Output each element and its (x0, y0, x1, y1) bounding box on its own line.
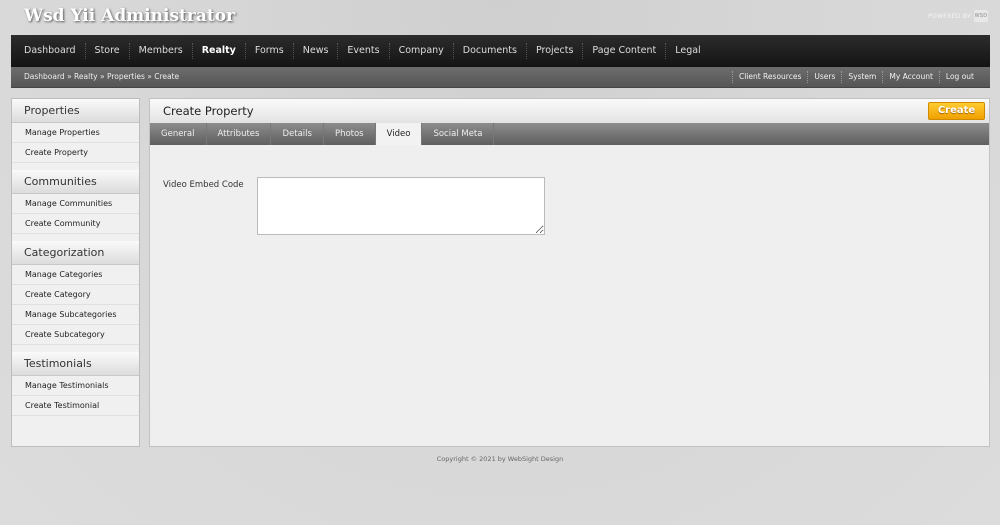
wsd-logo-icon: WSD (974, 10, 988, 22)
create-button[interactable]: Create (928, 102, 985, 120)
tab-photos[interactable]: Photos (324, 123, 376, 145)
sidebar-heading-communities: Communities (12, 170, 139, 194)
sidebar-item-create-category[interactable]: Create Category (12, 285, 139, 305)
top-header: Wsd Yii Administrator POWERED BY WSD (0, 0, 1000, 35)
tab-video[interactable]: Video (375, 123, 423, 145)
nav-item-realty[interactable]: Realty (191, 43, 245, 59)
breadcrumb-text[interactable]: Dashboard » Realty » Properties » Create (24, 72, 179, 81)
sidebar-heading-categorization: Categorization (12, 241, 139, 265)
nav-item-page-content[interactable]: Page Content (582, 43, 665, 59)
link-client-resources[interactable]: Client Resources (731, 71, 807, 83)
sidebar-item-create-property[interactable]: Create Property (12, 143, 139, 163)
sidebar-heading-testimonials: Testimonials (12, 352, 139, 376)
app-title: Wsd Yii Administrator (24, 6, 236, 26)
powered-by: POWERED BY WSD (928, 10, 988, 22)
link-system[interactable]: System (841, 71, 882, 83)
sidebar-item-create-subcategory[interactable]: Create Subcategory (12, 325, 139, 345)
panel-header: Create Property Create (150, 99, 989, 123)
utility-links: Client Resources Users System My Account… (731, 71, 980, 83)
nav-item-documents[interactable]: Documents (452, 43, 526, 59)
tab-general[interactable]: General (150, 123, 207, 145)
sidebar-item-manage-properties[interactable]: Manage Properties (12, 123, 139, 143)
sidebar-item-manage-categories[interactable]: Manage Categories (12, 265, 139, 285)
nav-item-legal[interactable]: Legal (665, 43, 709, 59)
nav-item-dashboard[interactable]: Dashboard (15, 43, 85, 59)
link-users[interactable]: Users (807, 71, 841, 83)
video-embed-input[interactable] (257, 177, 545, 235)
sidebar-item-manage-testimonials[interactable]: Manage Testimonials (12, 376, 139, 396)
sidebar-item-create-community[interactable]: Create Community (12, 214, 139, 234)
video-embed-label: Video Embed Code (163, 180, 244, 190)
powered-by-label: POWERED BY (927, 12, 971, 20)
nav-item-projects[interactable]: Projects (525, 43, 582, 59)
nav-item-company[interactable]: Company (388, 43, 453, 59)
link-my-account[interactable]: My Account (882, 71, 939, 83)
sidebar-item-create-testimonial[interactable]: Create Testimonial (12, 396, 139, 416)
nav-item-store[interactable]: Store (84, 43, 129, 59)
breadcrumb: Dashboard » Realty » Properties » Create (24, 72, 179, 81)
tab-attributes[interactable]: Attributes (207, 123, 272, 145)
sidebar: Properties Manage Properties Create Prop… (11, 98, 140, 447)
nav-item-forms[interactable]: Forms (244, 43, 293, 59)
sidebar-heading-properties: Properties (12, 99, 139, 123)
footer-copyright: Copyright © 2021 by WebSight Design (436, 455, 564, 463)
sub-bar: Dashboard » Realty » Properties » Create… (11, 67, 990, 88)
sidebar-item-manage-subcategories[interactable]: Manage Subcategories (12, 305, 139, 325)
video-embed-row: Video Embed Code (163, 177, 545, 235)
tab-details[interactable]: Details (271, 123, 324, 145)
page-title: Create Property (163, 104, 254, 118)
nav-item-events[interactable]: Events (337, 43, 388, 59)
nav-item-news[interactable]: News (292, 43, 338, 59)
sidebar-item-manage-communities[interactable]: Manage Communities (12, 194, 139, 214)
main-panel: Create Property Create General Attribute… (149, 98, 990, 447)
tab-bar: General Attributes Details Photos Video … (150, 123, 989, 145)
main-nav: Dashboard Store Members Realty Forms New… (11, 35, 990, 67)
link-log-out[interactable]: Log out (938, 71, 980, 83)
nav-item-members[interactable]: Members (128, 43, 192, 59)
tab-social-meta[interactable]: Social Meta (422, 123, 495, 145)
